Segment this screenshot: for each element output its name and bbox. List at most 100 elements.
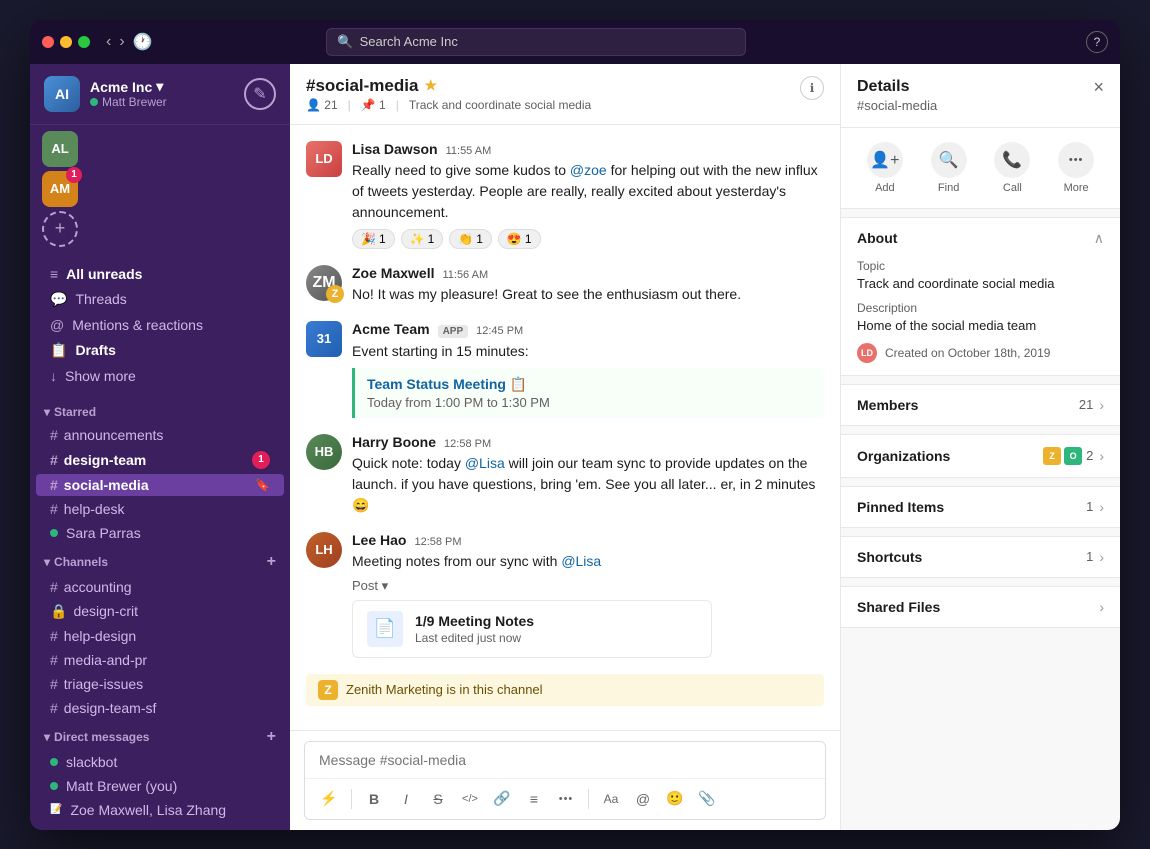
channel-item-help-desk[interactable]: # help-desk: [36, 498, 284, 520]
channel-item-accounting[interactable]: # accounting: [36, 576, 284, 598]
toolbar-mention-button[interactable]: @: [629, 785, 657, 813]
chat-header: #social-media ★ 👤 21 | 📌 1 | Track and c…: [290, 64, 840, 125]
back-button[interactable]: ‹: [106, 32, 111, 52]
mention-lisa[interactable]: @Lisa: [465, 455, 505, 471]
toolbar-lightning-button[interactable]: ⚡: [315, 785, 343, 813]
channel-item-help-design[interactable]: # help-design: [36, 625, 284, 647]
channel-item-design-crit[interactable]: 🔒 design-crit: [36, 600, 284, 623]
toolbar-more-button[interactable]: •••: [552, 785, 580, 813]
action-add[interactable]: 👤+ Add: [857, 142, 913, 194]
pinned-items-chevron: ›: [1099, 499, 1104, 515]
forward-button[interactable]: ›: [119, 32, 124, 52]
sidebar-item-threads[interactable]: 💬 Threads: [36, 287, 284, 312]
toolbar-bold-button[interactable]: B: [360, 785, 388, 813]
reaction-sparkle[interactable]: ✨ 1: [401, 229, 444, 249]
event-title[interactable]: Team Status Meeting 📋: [367, 376, 812, 393]
avatar-am-badge: 1: [66, 167, 82, 183]
chat-input-area: ⚡ B I S </> 🔗 ≡ ••• Aa @ 🙂 📎: [290, 730, 840, 830]
close-button[interactable]: [42, 36, 54, 48]
post-action[interactable]: Post ▾: [352, 578, 824, 594]
action-find[interactable]: 🔍 Find: [921, 142, 977, 194]
msg-author: Acme Team: [352, 321, 430, 337]
messages-area[interactable]: LD Lisa Dawson 11:55 AM Really need to g…: [290, 125, 840, 730]
hash-icon: #: [50, 427, 58, 443]
channel-item-triage-issues[interactable]: # triage-issues: [36, 673, 284, 695]
history-button[interactable]: 🕐: [133, 32, 153, 52]
shared-files-row[interactable]: Shared Files ›: [841, 587, 1120, 627]
lock-icon: 🔒: [50, 603, 67, 620]
dm-item-slackbot[interactable]: slackbot: [36, 751, 284, 773]
channel-item-media-and-pr[interactable]: # media-and-pr: [36, 649, 284, 671]
topic-label: Topic: [857, 259, 1104, 273]
org-avatars: Z O: [1043, 447, 1082, 465]
reaction-clap[interactable]: 👏 1: [449, 229, 492, 249]
maximize-button[interactable]: [78, 36, 90, 48]
toolbar-link-button[interactable]: 🔗: [488, 785, 516, 813]
avatar-acme-team: 31: [306, 321, 342, 357]
compose-button[interactable]: ✎: [244, 78, 276, 110]
minimize-button[interactable]: [60, 36, 72, 48]
msg-content-lisa: Lisa Dawson 11:55 AM Really need to give…: [352, 141, 824, 249]
dm-item-sara-parras[interactable]: Sara Parras: [36, 522, 284, 544]
toolbar-font-button[interactable]: Aa: [597, 785, 625, 813]
message-input[interactable]: [305, 742, 825, 778]
reaction-heart-eyes[interactable]: 😍 1: [498, 229, 541, 249]
add-channel-button[interactable]: +: [267, 553, 276, 571]
toolbar-attach-button[interactable]: 📎: [693, 785, 721, 813]
section-dm[interactable]: ▾ Direct messages +: [30, 720, 290, 750]
search-bar[interactable]: 🔍 Search Acme Inc: [326, 28, 746, 56]
sidebar-item-drafts[interactable]: 📋 Drafts: [36, 338, 284, 363]
dm-item-zoe-lisa[interactable]: 📝 Zoe Maxwell, Lisa Zhang: [36, 799, 284, 821]
dm-item-matt-brewer[interactable]: Matt Brewer (you): [36, 775, 284, 797]
toolbar-italic-button[interactable]: I: [392, 785, 420, 813]
workspace-avatar: AI: [44, 76, 80, 112]
add-workspace-button[interactable]: +: [42, 211, 78, 247]
chat-area: #social-media ★ 👤 21 | 📌 1 | Track and c…: [290, 64, 840, 830]
message-lisa: LD Lisa Dawson 11:55 AM Really need to g…: [306, 141, 824, 249]
sidebar-item-all-unreads[interactable]: ≡ All unreads: [36, 262, 284, 286]
msg-time: 11:56 AM: [442, 269, 488, 281]
shortcuts-section: Shortcuts 1 ›: [841, 536, 1120, 578]
channel-item-social-media[interactable]: # social-media 🔖: [36, 474, 284, 496]
about-header[interactable]: About ∧: [841, 218, 1120, 259]
section-starred[interactable]: ▾ Starred: [30, 397, 290, 423]
msg-header-acme: Acme Team APP 12:45 PM: [352, 321, 824, 338]
organizations-row[interactable]: Organizations Z O 2 ›: [841, 435, 1120, 477]
toolbar-code-button[interactable]: </>: [456, 785, 484, 813]
sidebar-item-mentions[interactable]: @ Mentions & reactions: [36, 313, 284, 337]
channel-item-design-team[interactable]: # design-team 1: [36, 448, 284, 472]
toolbar-strikethrough-button[interactable]: S: [424, 785, 452, 813]
avatar-al[interactable]: AL: [42, 131, 78, 167]
action-call[interactable]: 📞 Call: [985, 142, 1041, 194]
workspace-name[interactable]: Acme Inc ▾: [90, 78, 234, 95]
msg-text-harry: Quick note: today @Lisa will join our te…: [352, 453, 824, 516]
add-icon: 👤+: [867, 142, 903, 178]
star-icon[interactable]: ★: [424, 77, 437, 94]
members-row[interactable]: Members 21 ›: [841, 385, 1120, 425]
info-button[interactable]: ℹ: [800, 76, 824, 100]
hash-icon: #: [50, 700, 58, 716]
starred-chevron: ▾: [44, 405, 50, 419]
shortcuts-row[interactable]: Shortcuts 1 ›: [841, 537, 1120, 577]
sidebar-nav: ≡ All unreads 💬 Threads @ Mentions & rea…: [30, 253, 290, 397]
toolbar-list-button[interactable]: ≡: [520, 785, 548, 813]
action-more[interactable]: ••• More: [1048, 142, 1104, 194]
channel-item-design-team-sf[interactable]: # design-team-sf: [36, 697, 284, 719]
members-chevron: ›: [1099, 397, 1104, 413]
creator-avatar: LD: [857, 343, 877, 363]
sidebar-item-show-more[interactable]: ↓ Show more: [36, 364, 284, 388]
add-dm-button[interactable]: +: [267, 728, 276, 746]
mention-lisa2[interactable]: @Lisa: [561, 553, 601, 569]
channel-item-announcements[interactable]: # announcements: [36, 424, 284, 446]
help-button[interactable]: ?: [1086, 31, 1108, 53]
shared-files-chevron: ›: [1099, 599, 1104, 615]
pinned-items-row[interactable]: Pinned Items 1 ›: [841, 487, 1120, 527]
toolbar-emoji-button[interactable]: 🙂: [661, 785, 689, 813]
mention-zoe[interactable]: @zoe: [570, 162, 607, 178]
close-details-button[interactable]: ×: [1093, 78, 1104, 96]
post-card[interactable]: 📄 1/9 Meeting Notes Last edited just now: [352, 600, 712, 658]
reaction-party[interactable]: 🎉 1: [352, 229, 395, 249]
avatar-am[interactable]: AM 1: [42, 171, 78, 207]
section-channels[interactable]: ▾ Channels +: [30, 545, 290, 575]
zenith-z-icon: Z: [318, 680, 338, 700]
